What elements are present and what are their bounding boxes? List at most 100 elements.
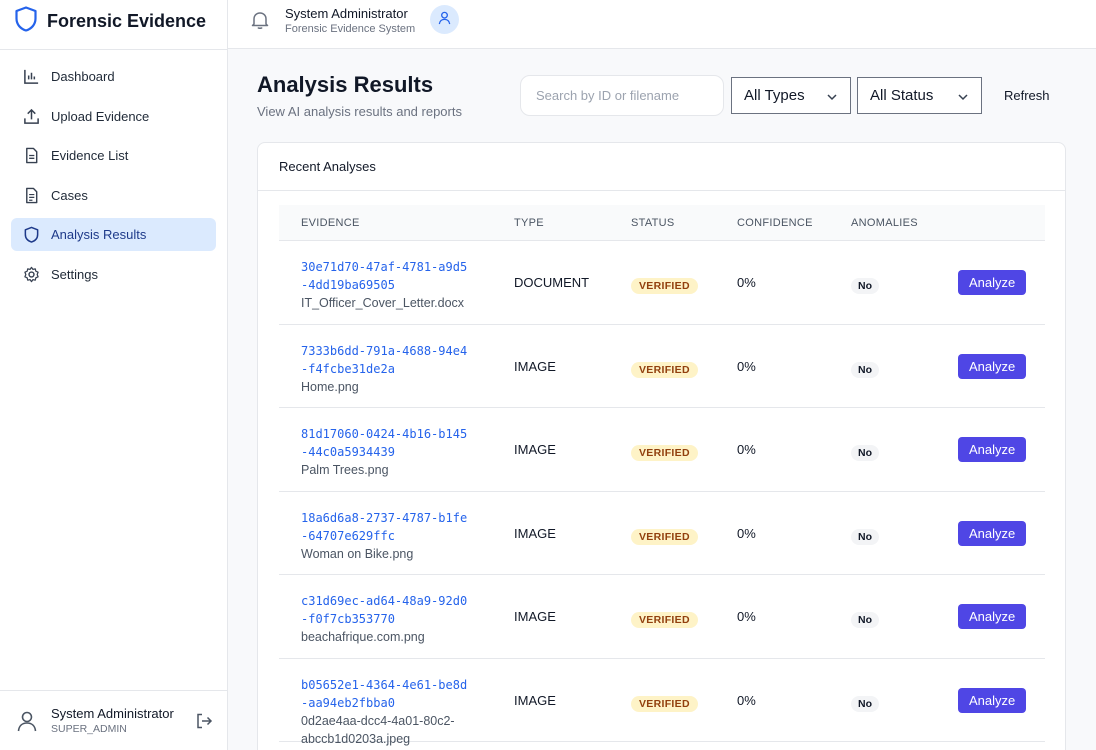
brand[interactable]: Forensic Evidence bbox=[0, 0, 227, 42]
evidence-type: IMAGE bbox=[514, 442, 556, 457]
evidence-cell: 81d17060-0424-4b16-b145-44c0a5934439 Palm… bbox=[301, 425, 491, 479]
evidence-cell: c31d69ec-ad64-48a9-92d0-f0f7cb353770 beac… bbox=[301, 592, 491, 646]
table-row: 7333b6dd-791a-4688-94e4-f4fcbe31de2a Home… bbox=[279, 325, 1045, 408]
sidebar-item-upload-evidence[interactable]: Upload Evidence bbox=[11, 100, 216, 133]
evidence-type: IMAGE bbox=[514, 692, 556, 708]
confidence-value: 0% bbox=[737, 442, 756, 457]
table-header: EVIDENCE TYPE STATUS CONFIDENCE ANOMALIE… bbox=[279, 205, 1045, 241]
evidence-filename: 0d2ae4aa-dcc4-4a01-80c2-abccb1d0203a.jpe… bbox=[301, 713, 455, 746]
evidence-id-link[interactable]: 18a6d6a8-2737-4787-b1fe-64707e629ffc bbox=[301, 509, 471, 545]
status-badge: VERIFIED bbox=[631, 361, 698, 378]
card-title: Recent Analyses bbox=[258, 143, 1065, 191]
column-header-type: TYPE bbox=[514, 216, 544, 229]
anomalies-cell: No bbox=[851, 443, 879, 461]
evidence-filename: Home.png bbox=[301, 379, 359, 394]
evidence-id-link[interactable]: b05652e1-4364-4e61-be8d-aa94eb2fbba0 bbox=[301, 676, 471, 712]
avatar[interactable] bbox=[430, 5, 459, 34]
evidence-type: IMAGE bbox=[514, 525, 556, 541]
sidebar-item-settings[interactable]: Settings bbox=[11, 258, 216, 291]
column-header-confidence: CONFIDENCE bbox=[737, 216, 813, 229]
table-row: 18a6d6a8-2737-4787-b1fe-64707e629ffc Woma… bbox=[279, 492, 1045, 575]
evidence-cell: 30e71d70-47af-4781-a9d5-4dd19ba69505 IT_O… bbox=[301, 258, 491, 312]
anomalies-badge: No bbox=[851, 361, 879, 378]
table-row: c31d69ec-ad64-48a9-92d0-f0f7cb353770 beac… bbox=[279, 575, 1045, 659]
table-row: b05652e1-4364-4e61-be8d-aa94eb2fbba0 0d2a… bbox=[279, 659, 1045, 746]
action-cell: Analyze bbox=[958, 437, 1027, 462]
status-cell: VERIFIED bbox=[631, 694, 698, 712]
anomalies-badge: No bbox=[851, 445, 879, 461]
confidence-value: 0% bbox=[737, 609, 756, 624]
action-cell: Analyze bbox=[958, 520, 1027, 546]
analyses-table: EVIDENCE TYPE STATUS CONFIDENCE ANOMALIE… bbox=[279, 205, 1045, 746]
status-badge: VERIFIED bbox=[631, 695, 698, 712]
file-text-icon bbox=[22, 147, 40, 165]
sidebar-item-label: Upload Evidence bbox=[51, 108, 150, 124]
confidence-value: 0% bbox=[737, 525, 756, 541]
sidebar-item-analysis-results[interactable]: Analysis Results bbox=[11, 218, 216, 251]
refresh-button[interactable]: Refresh bbox=[992, 77, 1062, 114]
evidence-filename: Palm Trees.png bbox=[301, 463, 389, 477]
footer-user-name: System Administrator bbox=[51, 706, 174, 721]
confidence-value: 0% bbox=[737, 275, 756, 290]
analyze-button[interactable]: Analyze bbox=[958, 270, 1027, 295]
evidence-id-link[interactable]: c31d69ec-ad64-48a9-92d0-f0f7cb353770 bbox=[301, 592, 471, 628]
anomalies-badge: No bbox=[851, 528, 879, 545]
status-cell: VERIFIED bbox=[631, 443, 698, 461]
evidence-filename: beachafrique.com.png bbox=[301, 630, 425, 644]
column-header-anomalies: ANOMALIES bbox=[851, 216, 918, 229]
anomalies-cell: No bbox=[851, 610, 879, 628]
sidebar-item-label: Settings bbox=[51, 266, 98, 282]
analyze-button[interactable]: Analyze bbox=[958, 520, 1027, 546]
page-title: Analysis Results bbox=[257, 72, 434, 97]
logout-icon[interactable] bbox=[195, 712, 213, 730]
sidebar-item-evidence-list[interactable]: Evidence List bbox=[11, 139, 216, 172]
bell-icon[interactable] bbox=[249, 9, 271, 31]
status-filter-value: All Status bbox=[870, 87, 934, 104]
footer-user-role: SUPER_ADMIN bbox=[51, 723, 127, 735]
status-badge: VERIFIED bbox=[631, 445, 698, 461]
column-header-evidence: EVIDENCE bbox=[301, 216, 360, 229]
anomalies-badge: No bbox=[851, 695, 879, 712]
sidebar-item-dashboard[interactable]: Dashboard bbox=[11, 60, 216, 93]
evidence-id-link[interactable]: 81d17060-0424-4b16-b145-44c0a5934439 bbox=[301, 425, 471, 461]
sidebar-item-cases[interactable]: Cases bbox=[11, 179, 216, 212]
top-header: System Administrator Forensic Evidence S… bbox=[228, 0, 1096, 49]
sidebar-item-label: Dashboard bbox=[51, 69, 115, 84]
user-icon bbox=[15, 709, 39, 733]
analyze-button[interactable]: Analyze bbox=[958, 604, 1027, 629]
anomalies-badge: No bbox=[851, 278, 879, 294]
evidence-filename: Woman on Bike.png bbox=[301, 546, 414, 561]
analyze-button[interactable]: Analyze bbox=[958, 687, 1027, 713]
evidence-type: IMAGE bbox=[514, 609, 556, 624]
action-cell: Analyze bbox=[958, 604, 1027, 629]
confidence-value: 0% bbox=[737, 358, 756, 374]
header-system-name: Forensic Evidence System bbox=[285, 23, 416, 35]
status-cell: VERIFIED bbox=[631, 527, 698, 545]
sidebar-item-label: Analysis Results bbox=[51, 227, 147, 242]
evidence-filename: IT_Officer_Cover_Letter.docx bbox=[301, 296, 465, 310]
status-badge: VERIFIED bbox=[631, 612, 698, 628]
status-cell: VERIFIED bbox=[631, 360, 698, 378]
anomalies-cell: No bbox=[851, 694, 879, 712]
sidebar-nav: Dashboard Upload Evidence Evidence List … bbox=[0, 50, 227, 307]
evidence-type: IMAGE bbox=[514, 358, 556, 374]
brand-name: Forensic Evidence bbox=[47, 10, 207, 31]
analyze-button[interactable]: Analyze bbox=[958, 437, 1027, 462]
action-cell: Analyze bbox=[958, 687, 1027, 713]
sidebar-user-footer: System Administrator SUPER_ADMIN bbox=[0, 690, 227, 750]
anomalies-badge: No bbox=[851, 612, 879, 628]
table-body: 30e71d70-47af-4781-a9d5-4dd19ba69505 IT_O… bbox=[279, 241, 1045, 746]
status-cell: VERIFIED bbox=[631, 276, 698, 294]
analyze-button[interactable]: Analyze bbox=[958, 353, 1027, 379]
recent-analyses-card: Recent Analyses EVIDENCE TYPE STATUS CON… bbox=[257, 142, 1066, 750]
evidence-id-link[interactable]: 30e71d70-47af-4781-a9d5-4dd19ba69505 bbox=[301, 258, 471, 294]
action-cell: Analyze bbox=[958, 270, 1027, 295]
status-badge: VERIFIED bbox=[631, 278, 698, 294]
bar-chart-icon bbox=[22, 68, 40, 86]
document-icon bbox=[22, 186, 40, 204]
search-input[interactable] bbox=[520, 75, 724, 116]
type-filter-select[interactable]: All Types bbox=[731, 77, 851, 114]
status-filter-select[interactable]: All Status bbox=[857, 77, 982, 114]
evidence-id-link[interactable]: 7333b6dd-791a-4688-94e4-f4fcbe31de2a bbox=[301, 342, 471, 378]
page-subtitle: View AI analysis results and reports bbox=[257, 104, 462, 119]
